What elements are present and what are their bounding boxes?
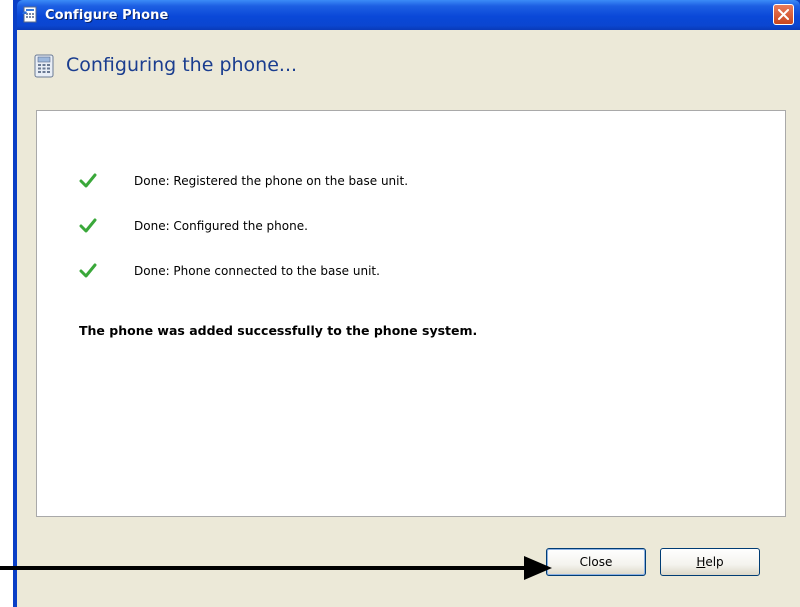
help-button-label: elp (705, 555, 724, 569)
configure-phone-window: Configure Phone Configuring the phone... (13, 0, 800, 607)
help-button[interactable]: Help (660, 548, 760, 576)
dialog-client-area: Configuring the phone... Done: Registere… (17, 30, 800, 607)
title-bar[interactable]: Configure Phone (17, 0, 800, 30)
success-message: The phone was added successfully to the … (79, 323, 478, 338)
status-step-text: Done: Phone connected to the base unit. (134, 264, 380, 278)
close-button-label: Close (579, 555, 613, 569)
close-window-button[interactable] (773, 4, 794, 25)
help-button-mnemonic: H (696, 555, 706, 569)
phone-icon (34, 54, 54, 78)
checkmark-icon (79, 263, 97, 278)
window-title: Configure Phone (45, 7, 169, 23)
close-button[interactable]: Close (546, 548, 646, 576)
checkmark-icon (79, 218, 97, 233)
checkmark-icon (79, 173, 97, 188)
status-step-text: Done: Registered the phone on the base u… (134, 174, 409, 188)
page-title: Configuring the phone... (66, 54, 298, 76)
arrow-icon (0, 556, 552, 580)
status-step-text: Done: Configured the phone. (134, 219, 308, 233)
configure-phone-icon (22, 6, 37, 23)
close-icon (778, 9, 789, 20)
status-panel: Done: Registered the phone on the base u… (36, 110, 786, 517)
dialog-header: Configuring the phone... (17, 30, 800, 98)
